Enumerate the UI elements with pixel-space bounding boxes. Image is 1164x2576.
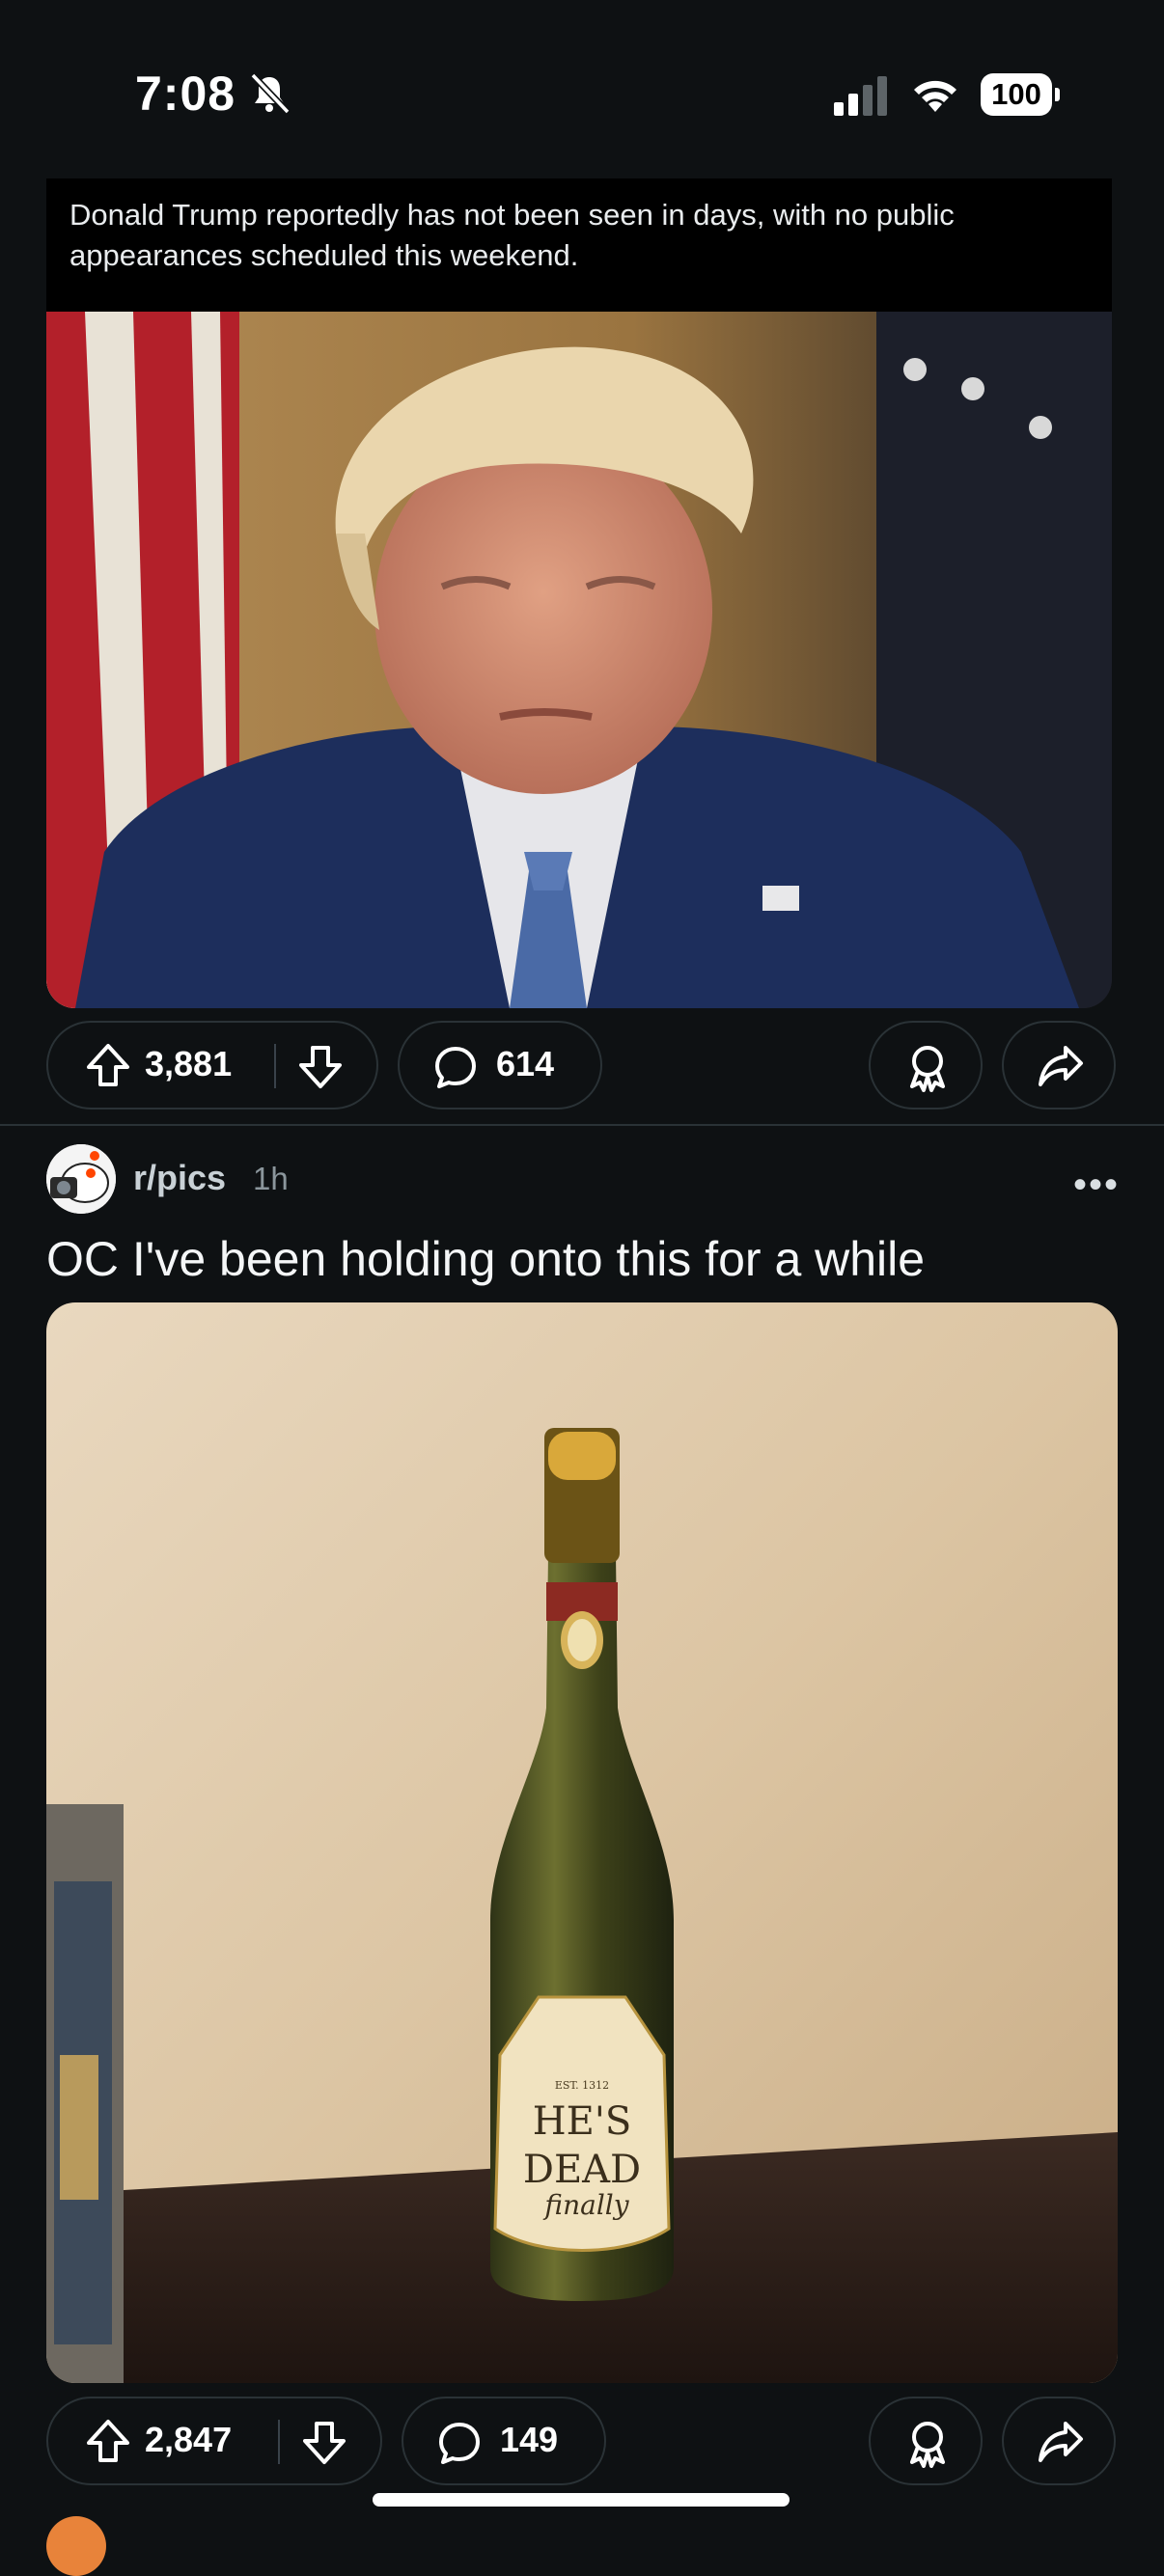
upvote-icon[interactable] xyxy=(85,1042,131,1088)
post2-comment-button[interactable]: 149 xyxy=(402,2397,606,2485)
post1-photo[interactable] xyxy=(46,312,1112,1008)
label-main-1: HE'S xyxy=(533,2099,631,2144)
post2-share-button[interactable] xyxy=(1002,2397,1116,2485)
comment-icon xyxy=(439,2423,480,2464)
post1-comment-button[interactable]: 614 xyxy=(398,1021,602,1110)
post2-award-button[interactable] xyxy=(869,2397,983,2485)
signal-icon xyxy=(834,76,887,116)
post-divider xyxy=(0,1124,1164,1126)
post2-comment-count: 149 xyxy=(500,2420,559,2459)
subreddit-avatar[interactable] xyxy=(46,1144,116,1214)
post1-vote-pill: 3,881 xyxy=(46,1021,378,1110)
more-icon[interactable]: ••• xyxy=(1073,1164,1120,1207)
post2-vote-pill: 2,847 xyxy=(46,2397,382,2485)
post1-upvote-count: 3,881 xyxy=(145,1044,233,1083)
subreddit-name[interactable]: r/pics xyxy=(133,1158,226,1198)
post1-comment-count: 614 xyxy=(496,1044,555,1083)
award-icon xyxy=(910,2422,945,2468)
share-icon xyxy=(1039,1046,1083,1086)
post2-upvote-count: 2,847 xyxy=(145,2420,233,2459)
label-est: EST. 1312 xyxy=(555,2079,609,2092)
vote-divider xyxy=(274,1044,276,1088)
battery-tip xyxy=(1055,88,1060,101)
battery-icon: 100 xyxy=(981,73,1062,116)
downvote-icon[interactable] xyxy=(301,2420,347,2466)
post1-award-button[interactable] xyxy=(869,1021,983,1110)
comment-icon xyxy=(435,1047,476,1088)
post1-body-text: Donald Trump reportedly has not been see… xyxy=(69,198,955,272)
label-script: finally xyxy=(542,2189,629,2221)
post-age: 1h xyxy=(253,1161,289,1196)
award-icon xyxy=(910,1046,945,1092)
upvote-icon[interactable] xyxy=(85,2418,131,2464)
camera-snoo-icon xyxy=(46,1144,116,1214)
vote-divider xyxy=(278,2420,280,2464)
status-time: 7:08 xyxy=(135,67,236,121)
next-post-avatar[interactable] xyxy=(46,2516,106,2576)
bell-slash-icon xyxy=(250,72,291,115)
status-bar: 7:08 100 xyxy=(0,0,1164,178)
post2-title[interactable]: OC I've been holding onto this for a whi… xyxy=(46,1231,925,1287)
post1-card[interactable]: Donald Trump reportedly has not been see… xyxy=(46,145,1112,1008)
post2-photo[interactable]: EST. 1312 HE'S DEAD finally xyxy=(46,1302,1118,2383)
home-indicator[interactable] xyxy=(373,2493,790,2507)
battery-level: 100 xyxy=(981,73,1052,116)
post1-share-button[interactable] xyxy=(1002,1021,1116,1110)
downvote-icon[interactable] xyxy=(297,1044,344,1090)
label-main-2: DEAD xyxy=(523,2148,641,2192)
share-icon xyxy=(1039,2422,1083,2462)
wifi-icon xyxy=(914,80,956,112)
